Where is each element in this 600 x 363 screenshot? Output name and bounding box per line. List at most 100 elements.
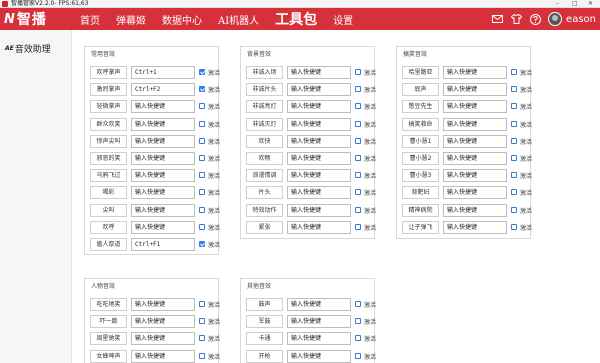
- sound-button[interactable]: 特效动作: [246, 203, 283, 217]
- activate-checkbox[interactable]: [199, 189, 205, 196]
- sound-button[interactable]: 让子弹飞: [402, 220, 439, 234]
- hotkey-input[interactable]: 输入快捷键: [287, 332, 351, 346]
- sound-button[interactable]: 吃吃地笑: [90, 298, 127, 311]
- activate-checkbox[interactable]: [199, 69, 205, 75]
- activate-checkbox[interactable]: [355, 69, 361, 75]
- sound-button[interactable]: 非诚亮灯: [246, 100, 283, 114]
- sound-button[interactable]: 紧张: [246, 220, 283, 234]
- sound-button[interactable]: 搞笑救命: [402, 117, 439, 131]
- sound-button[interactable]: 哈里路亚: [402, 66, 439, 79]
- hotkey-input[interactable]: 输入快捷键: [287, 134, 351, 148]
- sound-button[interactable]: 欢快: [246, 134, 283, 148]
- activate-checkbox[interactable]: [355, 206, 361, 213]
- nav-item[interactable]: 设置: [333, 12, 353, 27]
- activate-checkbox[interactable]: [199, 352, 205, 359]
- hotkey-input[interactable]: 输入快捷键: [131, 315, 195, 329]
- hotkey-input[interactable]: 输入快捷键: [443, 203, 507, 217]
- sound-button[interactable]: 女蜂呻声: [90, 349, 127, 363]
- hotkey-input[interactable]: 输入快捷键: [287, 203, 351, 217]
- sound-button[interactable]: 吓一跳: [90, 315, 127, 329]
- sound-button[interactable]: 片头: [246, 186, 283, 200]
- nav-item[interactable]: AI机器人: [218, 12, 259, 27]
- sound-button[interactable]: 非诚入场: [246, 66, 283, 79]
- hotkey-input[interactable]: 输入快捷键: [287, 186, 351, 200]
- activate-checkbox[interactable]: [199, 318, 205, 325]
- activate-checkbox[interactable]: [199, 301, 205, 307]
- hotkey-input[interactable]: 输入快捷键: [287, 315, 351, 329]
- sound-button[interactable]: 卡通: [246, 332, 283, 346]
- hotkey-input[interactable]: 输入快捷键: [443, 220, 507, 234]
- hotkey-input[interactable]: 输入快捷键: [131, 298, 195, 311]
- sound-button[interactable]: 喝彩: [90, 186, 127, 200]
- activate-checkbox[interactable]: [199, 335, 205, 342]
- sound-button[interactable]: 精神病院: [402, 203, 439, 217]
- sound-button[interactable]: 邪恶的笑: [90, 152, 127, 165]
- hotkey-input[interactable]: Ctrl+F1: [131, 238, 195, 251]
- sound-button[interactable]: 屁声: [402, 83, 439, 97]
- user-avatar[interactable]: [548, 12, 563, 26]
- nav-item[interactable]: 数据中心: [162, 12, 202, 27]
- activate-checkbox[interactable]: [355, 172, 361, 179]
- sound-button[interactable]: 周星驰笑: [90, 332, 127, 346]
- activate-checkbox[interactable]: [199, 155, 205, 161]
- hotkey-input[interactable]: 输入快捷键: [287, 117, 351, 131]
- sound-button[interactable]: 曹小慧3: [402, 169, 439, 183]
- hotkey-input[interactable]: Ctrl+F2: [131, 83, 195, 97]
- activate-checkbox[interactable]: [355, 103, 361, 110]
- user-name[interactable]: eason: [566, 14, 596, 25]
- mail-icon[interactable]: [491, 13, 504, 26]
- hotkey-input[interactable]: 输入快捷键: [131, 117, 195, 131]
- activate-checkbox[interactable]: [511, 172, 517, 179]
- activate-checkbox[interactable]: [511, 206, 517, 213]
- hotkey-input[interactable]: 输入快捷键: [287, 349, 351, 363]
- sound-button[interactable]: 曹小慧2: [402, 152, 439, 165]
- activate-checkbox[interactable]: [199, 172, 205, 179]
- hotkey-input[interactable]: 输入快捷键: [287, 220, 351, 234]
- hotkey-input[interactable]: 输入快捷键: [287, 66, 351, 79]
- sound-button[interactable]: 军鼓: [246, 315, 283, 329]
- sidebar-item-sound-assistant[interactable]: AE 音效助理: [0, 40, 72, 56]
- nav-item[interactable]: 工具包: [275, 9, 317, 29]
- activate-checkbox[interactable]: [355, 335, 361, 342]
- activate-checkbox[interactable]: [511, 137, 517, 144]
- activate-checkbox[interactable]: [199, 206, 205, 213]
- nav-item[interactable]: 首页: [80, 12, 100, 27]
- hotkey-input[interactable]: 输入快捷键: [287, 83, 351, 97]
- hotkey-input[interactable]: 输入快捷键: [131, 152, 195, 165]
- activate-checkbox[interactable]: [355, 137, 361, 144]
- hotkey-input[interactable]: 输入快捷键: [287, 152, 351, 165]
- hotkey-input[interactable]: Ctrl+1: [131, 66, 195, 79]
- sound-button[interactable]: 浪漫情调: [246, 169, 283, 183]
- help-icon[interactable]: [529, 13, 542, 26]
- sound-button[interactable]: 非诚片头: [246, 83, 283, 97]
- hotkey-input[interactable]: 输入快捷键: [443, 186, 507, 200]
- activate-checkbox[interactable]: [199, 86, 205, 93]
- activate-checkbox[interactable]: [355, 120, 361, 127]
- hotkey-input[interactable]: 输入快捷键: [287, 100, 351, 114]
- hotkey-input[interactable]: 输入快捷键: [443, 117, 507, 131]
- activate-checkbox[interactable]: [199, 120, 205, 127]
- sound-button[interactable]: 惊声尖叫: [90, 134, 127, 148]
- minimize-button[interactable]: –: [556, 0, 559, 8]
- activate-checkbox[interactable]: [355, 318, 361, 325]
- hotkey-input[interactable]: 输入快捷键: [443, 152, 507, 165]
- nav-item[interactable]: 弹幕姬: [116, 12, 146, 27]
- shirt-icon[interactable]: [510, 13, 523, 26]
- hotkey-input[interactable]: 输入快捷键: [131, 349, 195, 363]
- activate-checkbox[interactable]: [511, 86, 517, 93]
- hotkey-input[interactable]: 输入快捷键: [131, 332, 195, 346]
- activate-checkbox[interactable]: [355, 352, 361, 359]
- sound-button[interactable]: 鼓声: [246, 298, 283, 311]
- activate-checkbox[interactable]: [355, 189, 361, 196]
- hotkey-input[interactable]: 输入快捷键: [131, 186, 195, 200]
- hotkey-input[interactable]: 输入快捷键: [131, 220, 195, 234]
- hotkey-input[interactable]: 输入快捷键: [443, 66, 507, 79]
- activate-checkbox[interactable]: [355, 86, 361, 93]
- hotkey-input[interactable]: 输入快捷键: [443, 83, 507, 97]
- sound-button[interactable]: 欢畅: [246, 152, 283, 165]
- activate-checkbox[interactable]: [199, 103, 205, 110]
- hotkey-input[interactable]: 输入快捷键: [131, 169, 195, 183]
- activate-checkbox[interactable]: [511, 223, 517, 230]
- activate-checkbox[interactable]: [355, 223, 361, 230]
- sound-button[interactable]: 激烈掌声: [90, 83, 127, 97]
